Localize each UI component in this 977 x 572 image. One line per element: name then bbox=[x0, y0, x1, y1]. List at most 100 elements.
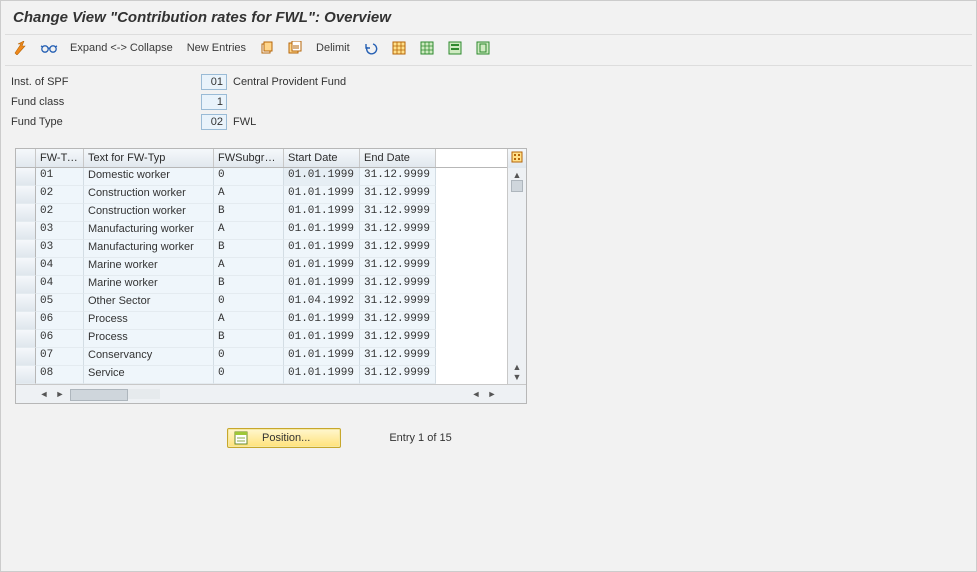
cell-subgroup[interactable]: A bbox=[214, 312, 284, 330]
cell-start-date[interactable]: 01.01.1999 bbox=[284, 348, 360, 366]
row-selector[interactable] bbox=[16, 276, 36, 294]
cell-end-date[interactable]: 31.12.9999 bbox=[360, 366, 436, 384]
cell-end-date[interactable]: 31.12.9999 bbox=[360, 258, 436, 276]
glasses-change-icon[interactable] bbox=[39, 39, 59, 57]
copy-icon[interactable] bbox=[257, 39, 277, 57]
cell-start-date[interactable]: 01.01.1999 bbox=[284, 258, 360, 276]
col-end[interactable]: End Date bbox=[360, 149, 436, 167]
table-settings-icon[interactable] bbox=[445, 39, 465, 57]
col-fwtype[interactable]: FW-Ty... bbox=[36, 149, 84, 167]
cell-subgroup[interactable]: B bbox=[214, 330, 284, 348]
cell-end-date[interactable]: 31.12.9999 bbox=[360, 222, 436, 240]
inst-spf-value[interactable]: 01 bbox=[201, 74, 227, 90]
cell-fwtype[interactable]: 07 bbox=[36, 348, 84, 366]
undo-icon[interactable] bbox=[361, 39, 381, 57]
new-entries-button[interactable]: New Entries bbox=[184, 41, 249, 55]
cell-fwtype[interactable]: 04 bbox=[36, 276, 84, 294]
row-selector[interactable] bbox=[16, 258, 36, 276]
vertical-scrollbar[interactable]: ▲ ▲ ▼ bbox=[507, 168, 526, 384]
fund-class-value[interactable]: 1 bbox=[201, 94, 227, 110]
cell-text[interactable]: Process bbox=[84, 330, 214, 348]
cell-end-date[interactable]: 31.12.9999 bbox=[360, 240, 436, 258]
row-selector[interactable] bbox=[16, 168, 36, 186]
grid-config-icon[interactable] bbox=[507, 149, 526, 168]
cell-fwtype[interactable]: 06 bbox=[36, 330, 84, 348]
cell-end-date[interactable]: 31.12.9999 bbox=[360, 330, 436, 348]
cell-end-date[interactable]: 31.12.9999 bbox=[360, 168, 436, 186]
cell-start-date[interactable]: 01.04.1992 bbox=[284, 294, 360, 312]
cell-end-date[interactable]: 31.12.9999 bbox=[360, 348, 436, 366]
cell-subgroup[interactable]: B bbox=[214, 240, 284, 258]
cell-subgroup[interactable]: B bbox=[214, 204, 284, 222]
position-button[interactable]: Position... bbox=[227, 428, 341, 448]
cell-subgroup[interactable]: 0 bbox=[214, 294, 284, 312]
scroll-down-icon[interactable]: ▼ bbox=[513, 372, 522, 382]
cell-start-date[interactable]: 01.01.1999 bbox=[284, 222, 360, 240]
cell-fwtype[interactable]: 08 bbox=[36, 366, 84, 384]
row-selector[interactable] bbox=[16, 186, 36, 204]
cell-end-date[interactable]: 31.12.9999 bbox=[360, 294, 436, 312]
row-selector[interactable] bbox=[16, 240, 36, 258]
cell-subgroup[interactable]: 0 bbox=[214, 168, 284, 186]
row-selector[interactable] bbox=[16, 204, 36, 222]
cell-fwtype[interactable]: 03 bbox=[36, 240, 84, 258]
cell-fwtype[interactable]: 01 bbox=[36, 168, 84, 186]
cell-start-date[interactable]: 01.01.1999 bbox=[284, 312, 360, 330]
cell-start-date[interactable]: 01.01.1999 bbox=[284, 276, 360, 294]
select-all-icon[interactable] bbox=[389, 39, 409, 57]
cell-fwtype[interactable]: 02 bbox=[36, 204, 84, 222]
row-selector[interactable] bbox=[16, 366, 36, 384]
scroll-right2-icon[interactable]: ► bbox=[484, 389, 500, 399]
scroll-up2-icon[interactable]: ▲ bbox=[513, 362, 522, 372]
scroll-left-icon[interactable]: ◄ bbox=[36, 389, 52, 399]
cell-start-date[interactable]: 01.01.1999 bbox=[284, 240, 360, 258]
col-subgroup[interactable]: FWSubgru... bbox=[214, 149, 284, 167]
cell-subgroup[interactable]: A bbox=[214, 186, 284, 204]
cell-text[interactable]: Manufacturing worker bbox=[84, 240, 214, 258]
cell-start-date[interactable]: 01.01.1999 bbox=[284, 186, 360, 204]
cell-fwtype[interactable]: 03 bbox=[36, 222, 84, 240]
row-selector[interactable] bbox=[16, 312, 36, 330]
scroll-right-icon[interactable]: ► bbox=[52, 389, 68, 399]
row-selector[interactable] bbox=[16, 294, 36, 312]
cell-fwtype[interactable]: 04 bbox=[36, 258, 84, 276]
hscroll-track[interactable] bbox=[70, 389, 160, 399]
cell-subgroup[interactable]: B bbox=[214, 276, 284, 294]
cell-end-date[interactable]: 31.12.9999 bbox=[360, 186, 436, 204]
cell-end-date[interactable]: 31.12.9999 bbox=[360, 312, 436, 330]
cell-text[interactable]: Other Sector bbox=[84, 294, 214, 312]
cell-start-date[interactable]: 01.01.1999 bbox=[284, 330, 360, 348]
scroll-up-icon[interactable]: ▲ bbox=[513, 170, 522, 180]
cell-fwtype[interactable]: 02 bbox=[36, 186, 84, 204]
col-text[interactable]: Text for FW-Typ bbox=[84, 149, 214, 167]
cell-fwtype[interactable]: 05 bbox=[36, 294, 84, 312]
cell-start-date[interactable]: 01.01.1999 bbox=[284, 168, 360, 186]
cell-subgroup[interactable]: A bbox=[214, 258, 284, 276]
cell-subgroup[interactable]: A bbox=[214, 222, 284, 240]
cell-text[interactable]: Process bbox=[84, 312, 214, 330]
grid-select-all-header[interactable] bbox=[16, 149, 36, 167]
expand-collapse-button[interactable]: Expand <-> Collapse bbox=[67, 41, 176, 55]
cell-text[interactable]: Construction worker bbox=[84, 186, 214, 204]
cell-text[interactable]: Marine worker bbox=[84, 258, 214, 276]
row-selector[interactable] bbox=[16, 348, 36, 366]
deselect-all-icon[interactable] bbox=[417, 39, 437, 57]
row-selector[interactable] bbox=[16, 330, 36, 348]
hscroll-thumb[interactable] bbox=[70, 389, 128, 401]
cell-subgroup[interactable]: 0 bbox=[214, 348, 284, 366]
fund-type-value[interactable]: 02 bbox=[201, 114, 227, 130]
cell-text[interactable]: Domestic worker bbox=[84, 168, 214, 186]
cell-end-date[interactable]: 31.12.9999 bbox=[360, 276, 436, 294]
col-start[interactable]: Start Date bbox=[284, 149, 360, 167]
cell-text[interactable]: Manufacturing worker bbox=[84, 222, 214, 240]
cell-text[interactable]: Marine worker bbox=[84, 276, 214, 294]
cell-text[interactable]: Construction worker bbox=[84, 204, 214, 222]
scroll-thumb[interactable] bbox=[511, 180, 523, 192]
cell-fwtype[interactable]: 06 bbox=[36, 312, 84, 330]
other-view-icon[interactable] bbox=[11, 39, 31, 57]
horizontal-scrollbar[interactable]: ◄ ► ◄ ► bbox=[16, 384, 526, 403]
cell-text[interactable]: Conservancy bbox=[84, 348, 214, 366]
cell-start-date[interactable]: 01.01.1999 bbox=[284, 366, 360, 384]
cell-text[interactable]: Service bbox=[84, 366, 214, 384]
cell-end-date[interactable]: 31.12.9999 bbox=[360, 204, 436, 222]
